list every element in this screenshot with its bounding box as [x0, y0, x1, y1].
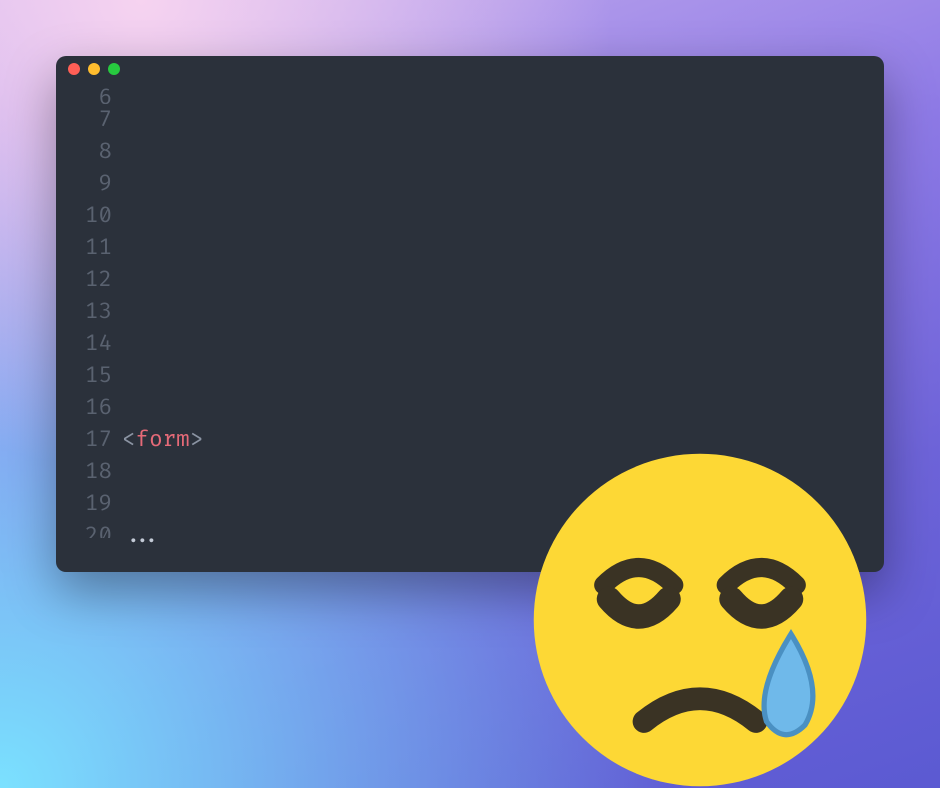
- line-number: 18: [56, 456, 112, 488]
- line-number: 8: [56, 136, 112, 168]
- line-number: 20: [56, 520, 112, 538]
- line-number: 17: [56, 424, 112, 456]
- sad-emoji-icon: [525, 445, 875, 788]
- line-number: 13: [56, 296, 112, 328]
- line-number: 15: [56, 360, 112, 392]
- line-number: 11: [56, 232, 112, 264]
- line-number: 7: [56, 104, 112, 136]
- window-maximize-icon[interactable]: [108, 63, 120, 75]
- line-number-gutter: 6 7 8 9 10 11 12 13 14 15 16 17 18 19 20: [56, 82, 122, 572]
- background: 6 7 8 9 10 11 12 13 14 15 16 17 18 19 20: [0, 0, 940, 788]
- line-number: 12: [56, 264, 112, 296]
- line-number: 10: [56, 200, 112, 232]
- line-number: 9: [56, 168, 112, 200]
- window-titlebar: [56, 56, 884, 82]
- window-close-icon[interactable]: [68, 63, 80, 75]
- window-minimize-icon[interactable]: [88, 63, 100, 75]
- line-number: 6: [56, 82, 112, 104]
- line-number: 14: [56, 328, 112, 360]
- line-number: 19: [56, 488, 112, 520]
- line-number: 16: [56, 392, 112, 424]
